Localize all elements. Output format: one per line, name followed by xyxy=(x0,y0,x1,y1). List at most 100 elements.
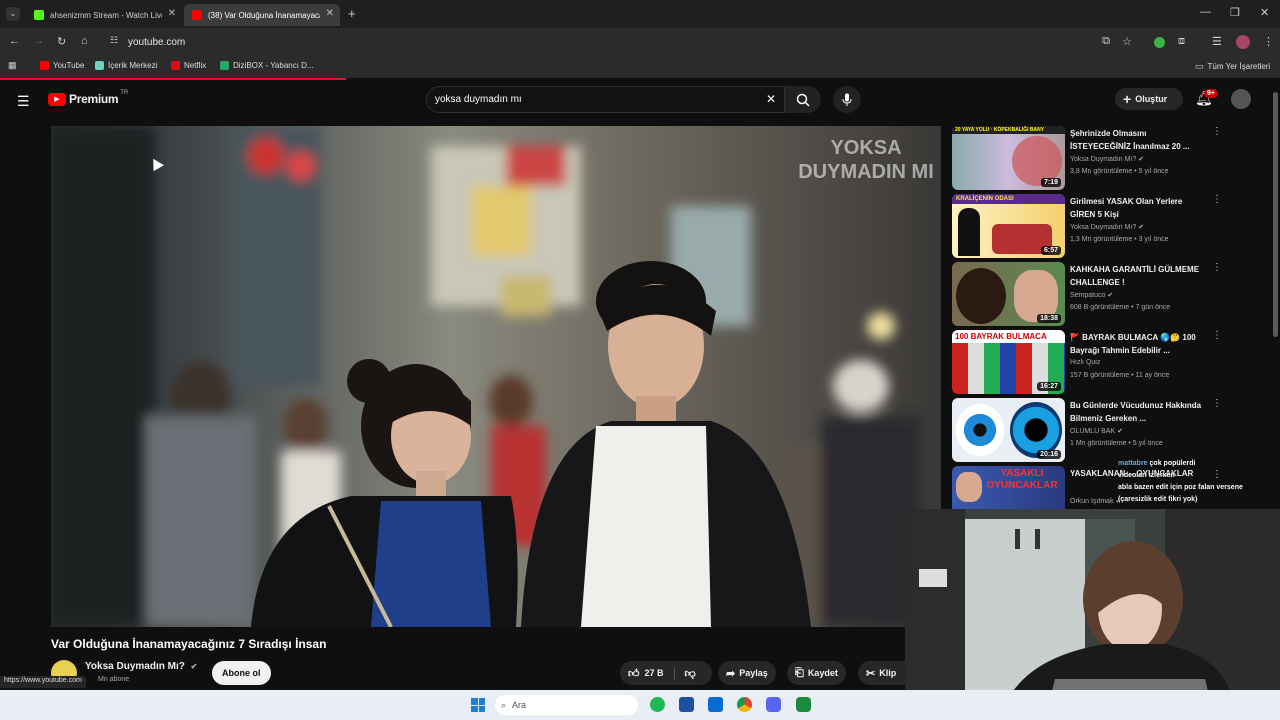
webcam-feed xyxy=(905,509,1280,720)
clip-button[interactable]: ✂ Klip xyxy=(858,661,905,685)
all-bookmarks[interactable]: ▭ Tüm Yer İşaretleri xyxy=(1195,61,1270,72)
install-app-icon[interactable]: ⧉ xyxy=(1102,35,1110,48)
profile-avatar[interactable] xyxy=(1236,35,1250,49)
tab-youtube[interactable]: (38) Var Olduğuna İnanamayacağınız 7 Sır… xyxy=(184,4,340,26)
recommendation-item[interactable]: 20 YAYA YOLU · KÖPEKBALIĞI BANY 7:19 Şeh… xyxy=(952,126,1272,190)
video-thumbnail[interactable]: 18:38 xyxy=(952,262,1065,326)
account-avatar[interactable] xyxy=(1231,89,1251,109)
site-info-icon[interactable]: ☷ xyxy=(110,35,118,46)
thumbnail-text: KRALİÇENİN ODASI xyxy=(952,194,1065,204)
voice-search-button[interactable] xyxy=(833,86,861,113)
search-button[interactable] xyxy=(785,86,821,113)
maximize-icon[interactable]: ❐ xyxy=(1230,6,1240,19)
apps-grid-icon[interactable]: ▦ xyxy=(8,60,17,71)
thumbs-up-icon[interactable]: 👍︎ xyxy=(628,667,640,680)
thumbnail-text: YASAKLI OYUNCAKLAR xyxy=(986,468,1058,491)
verified-check-icon: ✔ xyxy=(1107,292,1114,299)
bookmark-youtube[interactable]: YouTube xyxy=(40,61,84,70)
bookmark-star-icon[interactable]: ☆ xyxy=(1122,35,1132,48)
tab-search-icon[interactable]: ⌄ xyxy=(6,7,20,21)
recommendation-item[interactable]: KRALİÇENİN ODASI 6:57 Girilmesi YASAK Ol… xyxy=(952,194,1272,258)
thumbs-down-icon[interactable]: 👎︎ xyxy=(673,666,696,680)
bookmark-netflix[interactable]: Netflix xyxy=(171,61,206,70)
logo-region: TR xyxy=(120,90,129,96)
page-scrollbar[interactable] xyxy=(1273,92,1278,337)
like-count[interactable]: 27 B xyxy=(645,668,664,678)
file-explorer-icon[interactable] xyxy=(679,697,694,712)
create-button[interactable]: + Oluştur xyxy=(1115,88,1183,110)
rec-title: Girilmesi YASAK Olan Yerlere GİREN 5 Kiş… xyxy=(1070,197,1183,219)
reload-icon[interactable]: ↻ xyxy=(57,35,66,48)
save-button[interactable]: ⎗ Kaydet xyxy=(787,661,846,685)
subscribe-button[interactable]: Abone ol xyxy=(212,661,271,685)
video-thumbnail[interactable]: 20:16 xyxy=(952,398,1065,462)
video-thumbnail[interactable]: 20 YAYA YOLU · KÖPEKBALIĞI BANY 7:19 xyxy=(952,126,1065,190)
share-button[interactable]: ➦ Paylaş xyxy=(718,661,776,685)
video-thumbnail[interactable]: KRALİÇENİN ODASI 6:57 xyxy=(952,194,1065,258)
extensions-puzzle-icon[interactable]: ⧈ xyxy=(1178,35,1185,48)
netflix-icon xyxy=(171,61,180,70)
minimize-icon[interactable]: — xyxy=(1200,6,1211,18)
duration-badge: 7:19 xyxy=(1040,178,1061,187)
youtube-logo[interactable]: ▶ Premium TR xyxy=(48,90,129,106)
tab-stream[interactable]: ahsenizmm Stream - Watch Live ✕ xyxy=(26,4,182,26)
more-options-icon[interactable]: ⋮ xyxy=(1212,126,1222,137)
verified-check-icon: ✔ xyxy=(1138,224,1145,231)
outlook-icon[interactable] xyxy=(708,697,723,712)
rec-channel: Yoksa Duymadın Mı? ✔ xyxy=(1070,224,1145,231)
bookmark-content-center[interactable]: İçerik Merkezi xyxy=(95,61,157,70)
recommendation-item[interactable]: 18:38 KAHKAHA GARANTİLİ GÜLMEME CHALLENG… xyxy=(952,262,1272,326)
status-url: https://www.youtube.com xyxy=(0,676,86,688)
save-label: Kaydet xyxy=(807,668,838,678)
close-window-icon[interactable]: ✕ xyxy=(1260,6,1269,19)
rec-channel: Sempatuco ✔ xyxy=(1070,292,1114,299)
rec-title: Bu Günlerde Vücudunuz Hakkında Bilmeniz … xyxy=(1070,401,1202,423)
youtube-favicon-icon xyxy=(192,10,202,20)
more-options-icon[interactable]: ⋮ xyxy=(1212,398,1222,409)
more-options-icon[interactable]: ⋮ xyxy=(1212,330,1222,341)
discord-icon[interactable] xyxy=(766,697,781,712)
menu-dots-icon[interactable]: ⋮ xyxy=(1263,35,1274,48)
taskbar-search-input[interactable]: ⌕ Ara xyxy=(495,695,638,715)
recommendation-item[interactable]: 20:16 Bu Günlerde Vücudunuz Hakkında Bil… xyxy=(952,398,1272,462)
bookmark-dizibox[interactable]: DiziBOX - Yabancı D... xyxy=(220,61,314,70)
thumbnail-text: 100 BAYRAK BULMACA xyxy=(952,330,1065,343)
search-input[interactable]: yoksa duymadın mı ✕ xyxy=(426,86,785,113)
home-icon[interactable]: ⌂ xyxy=(81,35,88,47)
rec-meta: 1,3 Mn görüntüleme • 3 yıl önce xyxy=(1070,236,1169,243)
rec-channel: Hızlı Quiz xyxy=(1070,359,1101,366)
scissors-icon: ✂ xyxy=(866,667,876,680)
more-options-icon[interactable]: ⋮ xyxy=(1212,262,1222,273)
back-icon[interactable]: ← xyxy=(9,35,20,47)
verified-check-icon: ✔ xyxy=(1138,156,1145,163)
close-tab-icon[interactable]: ✕ xyxy=(168,8,176,19)
stream-chat-overlay: mattabre çok popülerdi videoları izlerke… xyxy=(1118,458,1278,506)
spotify-icon[interactable] xyxy=(650,697,665,712)
more-options-icon[interactable]: ⋮ xyxy=(1212,194,1222,205)
tab-label: ahsenizmm Stream - Watch Live xyxy=(50,10,162,20)
recommendation-item[interactable]: 100 BAYRAK BULMACA 16:27 🚩 BAYRAK BULMAC… xyxy=(952,330,1272,394)
search-icon: ⌕ xyxy=(501,699,507,710)
subscribe-label: Abone ol xyxy=(222,668,261,678)
bookmark-label: YouTube xyxy=(53,61,85,70)
video-thumbnail[interactable]: YASAKLI OYUNCAKLAR xyxy=(952,466,1065,509)
hamburger-menu-icon[interactable]: ☰ xyxy=(17,93,30,110)
forward-icon[interactable]: → xyxy=(33,35,44,47)
video-thumbnail[interactable]: 100 BAYRAK BULMACA 16:27 xyxy=(952,330,1065,394)
new-tab-icon[interactable]: + xyxy=(348,6,356,21)
rec-meta: 1 Mn görüntüleme • 5 yıl önce xyxy=(1070,440,1163,447)
extension-icon[interactable] xyxy=(1154,37,1165,48)
app-icon[interactable] xyxy=(796,697,811,712)
channel-name[interactable]: Yoksa Duymadın Mı? ✔ xyxy=(85,661,197,672)
windows-start-icon[interactable] xyxy=(471,698,485,712)
video-player[interactable]: YOKSA DUYMADIN MI xyxy=(51,126,941,627)
close-tab-icon[interactable]: ✕ xyxy=(326,8,334,19)
chrome-icon[interactable] xyxy=(737,697,752,712)
rec-channel: Yoksa Duymadın Mı? ✔ xyxy=(1070,156,1145,163)
address-bar[interactable]: ☷ youtube.com ⧉ ☆ xyxy=(104,31,1144,53)
reading-list-icon[interactable]: ☰ xyxy=(1212,35,1222,48)
duration-badge: 18:38 xyxy=(1037,314,1061,323)
search-value: yoksa duymadın mı xyxy=(435,94,522,105)
search-icon xyxy=(796,93,810,107)
clear-search-icon[interactable]: ✕ xyxy=(766,92,776,106)
